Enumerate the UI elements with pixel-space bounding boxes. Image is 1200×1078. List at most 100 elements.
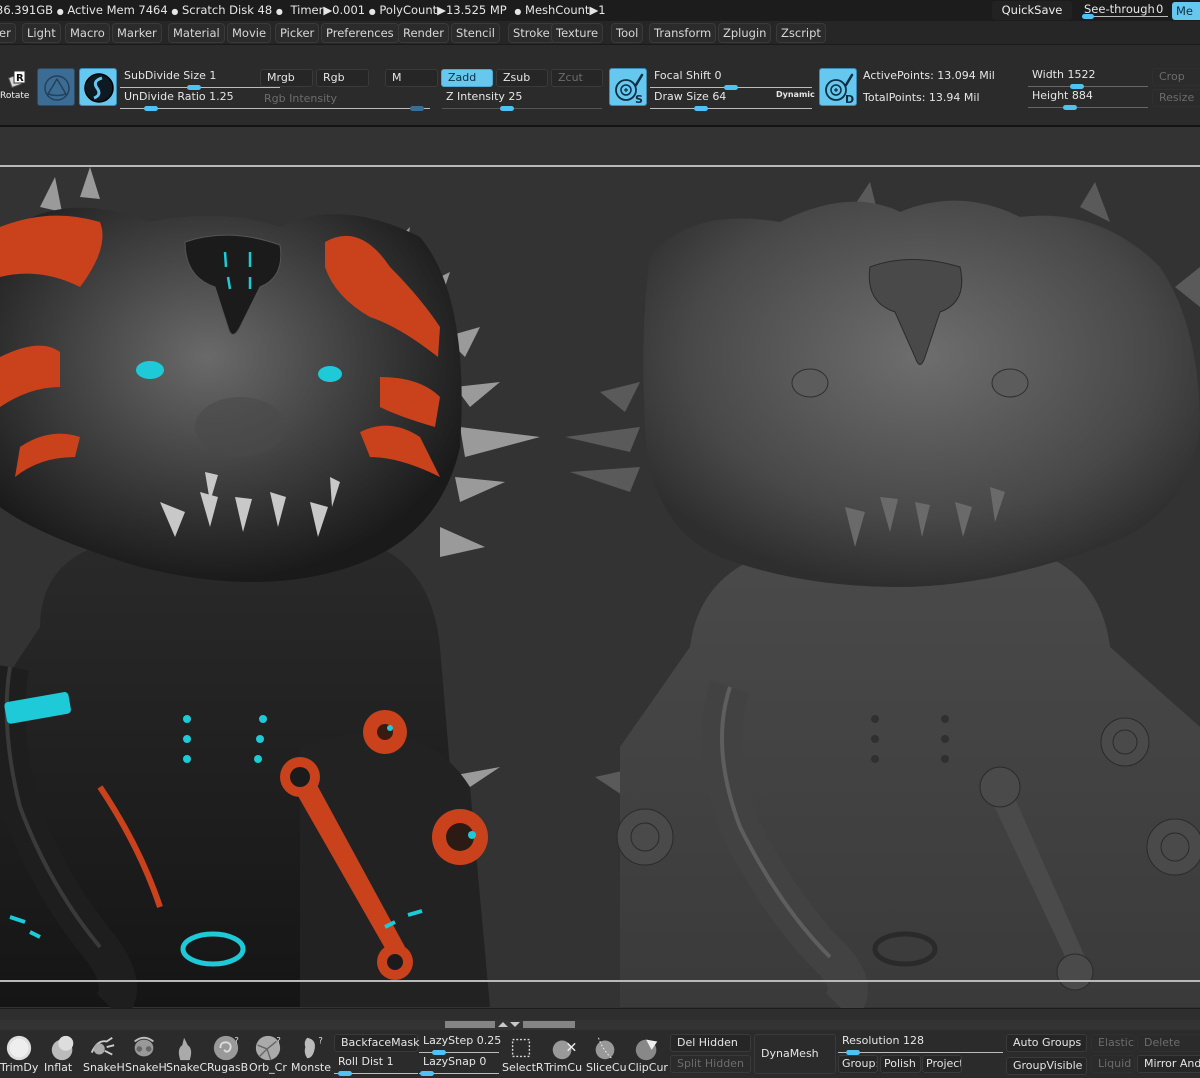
rgb-intensity-slider[interactable]	[264, 89, 427, 111]
sculptris-d-button[interactable]: D	[819, 68, 857, 106]
clip-curve-tool[interactable]: ClipCur	[628, 1032, 668, 1076]
document-width-slider[interactable]: Width 1522	[1028, 67, 1148, 89]
menu-zplugin[interactable]: Zplugin	[718, 23, 772, 43]
brush-label: Monste	[291, 1061, 332, 1074]
menu-preferences[interactable]: Preferences	[321, 23, 399, 43]
mrgb-button[interactable]: Mrgb	[260, 69, 313, 87]
perspective-button[interactable]	[37, 68, 75, 106]
zadd-button[interactable]: Zadd	[441, 69, 493, 87]
roll-dist-value: 1	[386, 1055, 394, 1068]
menu-zscript[interactable]: Zscript	[776, 23, 826, 43]
polycount-readout: PolyCount▶13.525 MP	[379, 3, 507, 17]
shelf-resize-handle[interactable]	[445, 1021, 575, 1028]
zcut-button[interactable]: Zcut	[551, 69, 603, 87]
active-points-readout: ActivePoints: 13.094 Mil	[863, 69, 995, 82]
slider-knob[interactable]	[694, 106, 709, 111]
slider-track[interactable]	[419, 1052, 499, 1053]
sculpt-render[interactable]	[0, 127, 1200, 1020]
rotate-icon: R	[8, 70, 26, 88]
dynamesh-button[interactable]: DynaMesh	[754, 1034, 836, 1074]
subdivide-size-slider[interactable]: SubDivide Size 1	[120, 68, 280, 90]
slider-knob[interactable]	[1062, 105, 1077, 110]
resolution-label: Resolution	[842, 1034, 900, 1047]
menus-toggle-button[interactable]: Me	[1172, 2, 1200, 20]
subdivide-size-value: 1	[209, 69, 217, 82]
smooth-brush-button[interactable]	[79, 68, 117, 106]
slider-knob[interactable]	[143, 106, 158, 111]
status-stats: 36.391GB ● Active Mem 7464 ● Scratch Dis…	[0, 3, 606, 17]
slider-track[interactable]	[1028, 107, 1148, 108]
slider-track[interactable]	[442, 108, 602, 109]
focal-shift-value: 0	[714, 69, 722, 82]
auto-groups-button[interactable]: Auto Groups	[1006, 1034, 1087, 1052]
menu-stroke[interactable]: Stroke	[508, 23, 555, 43]
zsub-button[interactable]: Zsub	[496, 69, 548, 87]
resize-button[interactable]: Resize	[1152, 89, 1200, 107]
lazy-step-slider[interactable]: LazyStep 0.25	[419, 1033, 501, 1055]
slider-knob[interactable]	[410, 106, 425, 111]
brush-slot[interactable]: ? Monste	[291, 1032, 331, 1076]
project-toggle[interactable]: Project	[922, 1055, 962, 1073]
slider-track[interactable]	[1028, 86, 1148, 87]
menu-tool[interactable]: Tool	[611, 23, 644, 43]
resolution-slider[interactable]: Resolution 128	[838, 1033, 1003, 1055]
backface-mask-button[interactable]: BackfaceMask	[334, 1034, 419, 1052]
polish-toggle[interactable]: Polish	[880, 1055, 921, 1073]
menu-er[interactable]: er	[0, 23, 16, 43]
trim-curve-tool[interactable]: TrimCu	[544, 1032, 584, 1076]
canvas-viewport[interactable]	[0, 127, 1200, 1020]
rgb-button[interactable]: Rgb	[316, 69, 369, 87]
z-intensity-slider[interactable]: Z Intensity 25	[442, 89, 602, 111]
groups-toggle[interactable]: Group:	[838, 1055, 878, 1073]
brush-slot[interactable]: ? RugasB	[207, 1032, 248, 1076]
svg-text:?: ?	[318, 1035, 322, 1045]
menu-picker[interactable]: Picker	[275, 23, 320, 43]
svg-text:R: R	[16, 73, 24, 84]
menu-material[interactable]: Material	[168, 23, 225, 43]
split-hidden-button[interactable]: Split Hidden	[670, 1055, 751, 1073]
slider-track[interactable]	[838, 1052, 1003, 1053]
focal-shift-label: Focal Shift	[654, 69, 712, 82]
menu-macro[interactable]: Macro	[65, 23, 110, 43]
menu-movie[interactable]: Movie	[227, 23, 272, 43]
slider-track[interactable]	[650, 108, 812, 109]
lazy-snap-slider[interactable]: LazySnap 0	[419, 1054, 499, 1076]
elastic-button[interactable]: Elastic	[1091, 1034, 1135, 1052]
rotate-button[interactable]: R Rotate	[0, 70, 30, 106]
liquid-button[interactable]: Liquid	[1091, 1055, 1135, 1073]
slider-knob[interactable]	[420, 1071, 435, 1076]
menu-transform[interactable]: Transform	[649, 23, 717, 43]
slider-knob[interactable]	[500, 106, 515, 111]
mirror-and-weld-button[interactable]: Mirror And	[1137, 1055, 1200, 1073]
roll-dist-slider[interactable]: Roll Dist 1	[334, 1054, 418, 1076]
menu-marker[interactable]: Marker	[112, 23, 162, 43]
brush-size-d-icon: D	[825, 73, 854, 106]
slice-curve-tool[interactable]: SliceCu	[586, 1032, 627, 1076]
lazy-snap-value: 0	[479, 1055, 487, 1068]
focal-shift-slider[interactable]: Focal Shift 0	[650, 68, 812, 90]
menu-light[interactable]: Light	[22, 23, 61, 43]
group-visible-button[interactable]: GroupVisible	[1006, 1057, 1087, 1075]
sculptris-s-button[interactable]: S	[609, 68, 647, 106]
brush-slot[interactable]: SnakeH	[125, 1032, 167, 1076]
quicksave-button[interactable]: QuickSave	[992, 1, 1072, 20]
document-height-slider[interactable]: Height 884	[1028, 88, 1148, 110]
dynamic-toggle[interactable]: Dynamic	[776, 90, 815, 99]
brush-slot[interactable]: Inflat	[44, 1032, 84, 1076]
menu-render[interactable]: Render	[398, 23, 449, 43]
brush-slot[interactable]: TrimDy	[0, 1032, 40, 1076]
see-through-knob[interactable]	[1082, 14, 1094, 19]
see-through-track[interactable]	[1082, 16, 1168, 17]
slider-knob[interactable]	[337, 1071, 352, 1076]
m-button[interactable]: M	[385, 69, 438, 87]
menu-texture[interactable]: Texture	[551, 23, 604, 43]
brush-slot[interactable]: ? Orb_Cr	[249, 1032, 289, 1076]
delete-button[interactable]: Delete	[1137, 1034, 1200, 1052]
crop-button[interactable]: Crop	[1152, 68, 1200, 86]
menu-stencil[interactable]: Stencil	[451, 23, 500, 43]
brush-slot[interactable]: SnakeH	[83, 1032, 125, 1076]
del-hidden-button[interactable]: Del Hidden	[670, 1034, 751, 1052]
brush-thumbnail-icon: ?	[304, 1035, 323, 1059]
select-rect-tool[interactable]: SelectRe	[502, 1032, 544, 1076]
brush-slot[interactable]: SnakeC	[166, 1032, 207, 1076]
